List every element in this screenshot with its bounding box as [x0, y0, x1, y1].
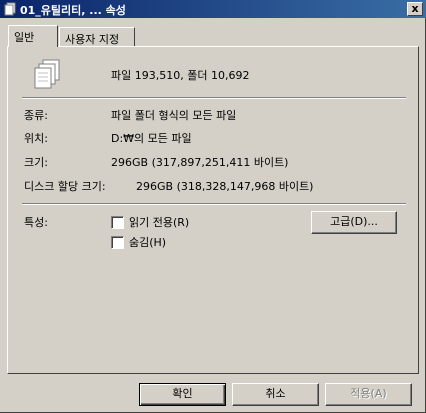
apply-button[interactable]: 적용(A): [325, 383, 412, 406]
tab-general[interactable]: 일반: [8, 25, 58, 47]
files-title-icon: [4, 2, 16, 16]
ok-button[interactable]: 확인: [139, 383, 226, 406]
type-value: 파일 폴더 형식의 모든 파일: [111, 109, 237, 122]
tab-general-label: 일반: [14, 31, 35, 44]
location-label: 위치:: [24, 132, 48, 145]
file-folder-count: 파일 193,510, 폴더 10,692: [111, 69, 250, 82]
readonly-label[interactable]: 읽기 전용(R): [129, 214, 189, 230]
attributes-label: 특성:: [24, 216, 48, 229]
general-panel: 파일 193,510, 폴더 10,692 종류: 파일 폴더 형식의 모든 파…: [7, 46, 419, 374]
disk-size-label: 디스크 할당 크기:: [24, 180, 106, 193]
properties-dialog: 01_유틸리티, ... 속성 x 일반 사용자 지정 파일 193,510, …: [0, 0, 426, 413]
divider: [22, 97, 406, 99]
hidden-label[interactable]: 숨김(H): [129, 234, 166, 250]
window-title: 01_유틸리티, ... 속성: [20, 4, 126, 17]
tab-custom[interactable]: 사용자 지정: [59, 27, 135, 47]
title-bar[interactable]: 01_유틸리티, ... 속성 x: [0, 0, 426, 18]
type-label: 종류:: [24, 109, 48, 122]
multiple-files-icon: [34, 59, 60, 89]
size-label: 크기:: [24, 156, 48, 169]
location-value: D:₩의 모든 파일: [111, 132, 192, 145]
advanced-button[interactable]: 고급(D)...: [311, 211, 397, 234]
disk-size-value: 296GB (318,328,147,968 바이트): [136, 180, 314, 193]
divider: [22, 203, 406, 205]
size-value: 296GB (317,897,251,411 바이트): [111, 156, 289, 169]
readonly-checkbox[interactable]: [111, 216, 124, 229]
hidden-checkbox[interactable]: [111, 236, 124, 249]
tab-custom-label: 사용자 지정: [65, 33, 120, 46]
close-button[interactable]: x: [407, 2, 423, 16]
cancel-button[interactable]: 취소: [232, 383, 319, 406]
